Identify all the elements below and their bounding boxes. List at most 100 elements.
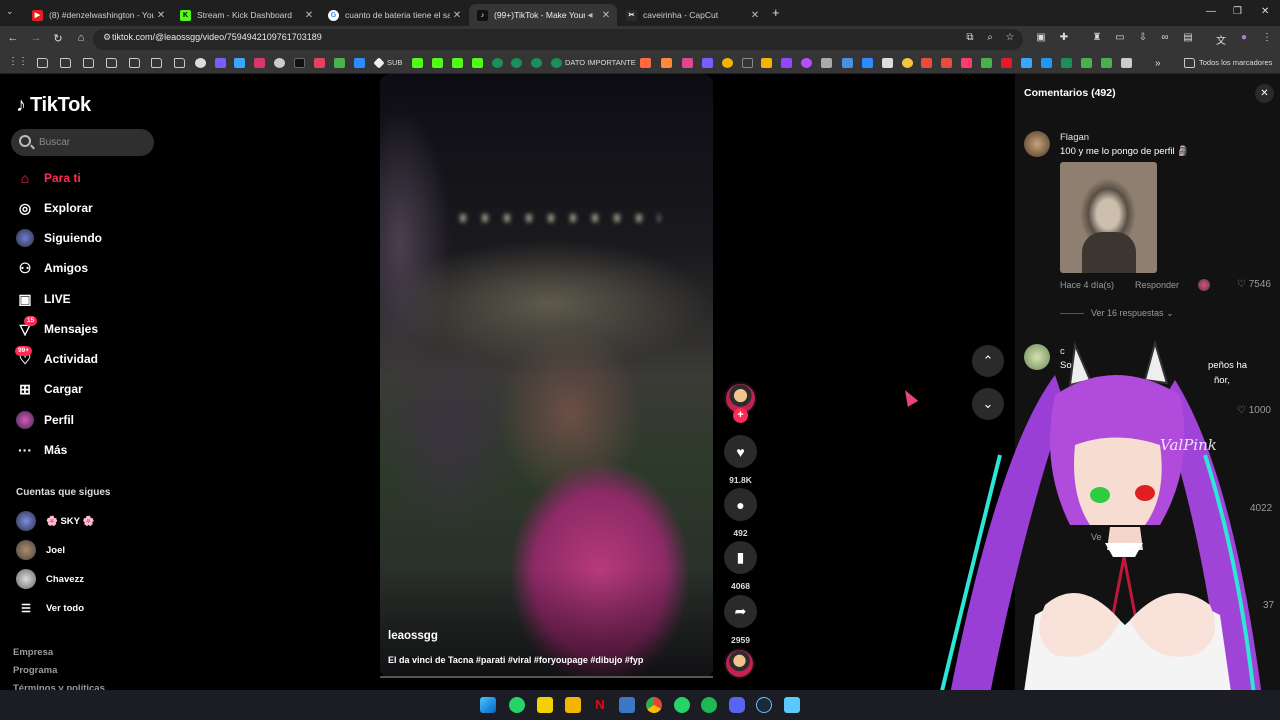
bookmark-folder-icon[interactable] xyxy=(37,58,48,68)
bookmark-icon[interactable] xyxy=(1041,58,1052,68)
share-icon[interactable]: ➦ xyxy=(724,595,757,628)
bookmark-icon[interactable] xyxy=(981,58,992,68)
bookmark-icon[interactable] xyxy=(1061,58,1072,68)
bookmark-icon[interactable] xyxy=(373,57,385,69)
comment-action[interactable]: ● 492 xyxy=(724,488,757,538)
comments-close-button[interactable]: ✕ xyxy=(1255,84,1274,103)
window-close-button[interactable]: ✕ xyxy=(1261,6,1269,17)
extension-icon[interactable]: ▣ xyxy=(1034,32,1048,43)
bookmark-folder-icon[interactable] xyxy=(106,58,117,68)
sidebar-item-mas[interactable]: ··· Más xyxy=(16,438,67,462)
search-input[interactable]: Buscar xyxy=(11,129,154,156)
notepad-icon[interactable] xyxy=(784,697,800,713)
steam-icon[interactable] xyxy=(756,697,772,713)
bookmark-icon[interactable] xyxy=(492,58,503,68)
sidebar-item-cargar[interactable]: ⊞ Cargar xyxy=(16,377,83,401)
bookmark-folder-icon[interactable] xyxy=(174,58,185,68)
bookmark-dato-importante[interactable]: DATO IMPORTANTE xyxy=(565,58,636,67)
profile-avatar-icon[interactable]: ● xyxy=(1237,32,1251,43)
bookmark-icon[interactable] xyxy=(722,58,733,68)
bookmark-icon[interactable] xyxy=(195,58,206,68)
bookmark-icon[interactable] xyxy=(412,58,423,68)
tab-search-icon[interactable]: ⌄ xyxy=(6,6,14,17)
footer-link-terminos[interactable]: Términos y políticas xyxy=(13,683,105,690)
bookmark-icon[interactable] xyxy=(1001,58,1012,68)
sound-disc-avatar[interactable] xyxy=(724,648,755,679)
back-button[interactable]: ← xyxy=(6,32,20,44)
bookmark-folder-icon[interactable] xyxy=(151,58,162,68)
following-account-chavezz[interactable]: Chavezz xyxy=(16,569,84,589)
tab-youtube[interactable]: ▶ (8) #denzelwashington - YouTube ✕ xyxy=(24,4,172,26)
bookmark-icon[interactable] xyxy=(801,58,812,68)
chrome-icon[interactable] xyxy=(646,697,662,713)
video-player[interactable] xyxy=(380,74,713,678)
link-icon[interactable]: ∞ xyxy=(1158,32,1172,43)
comment-avatar[interactable] xyxy=(1024,131,1050,157)
forward-button[interactable]: → xyxy=(29,32,43,44)
bookmark-icon[interactable] xyxy=(882,58,893,68)
puzzle-icon[interactable]: ✚ xyxy=(1057,32,1071,43)
bookmark-icon[interactable] xyxy=(234,58,245,68)
share-action[interactable]: ➦ 2959 xyxy=(724,595,757,645)
bookmark-icon[interactable] xyxy=(254,58,265,68)
bookmark-icon[interactable] xyxy=(640,58,651,68)
bookmark-icon[interactable] xyxy=(511,58,522,68)
bookmark-icon[interactable] xyxy=(742,58,753,68)
following-account-sky[interactable]: 🌸 SKY 🌸 xyxy=(16,511,94,531)
bookmark-folder-icon[interactable] xyxy=(129,58,140,68)
bookmark-icon[interactable] xyxy=(821,58,832,68)
bookmark-folder-icon[interactable] xyxy=(1184,58,1195,68)
bookmark-icon[interactable] xyxy=(215,58,226,68)
menu-icon[interactable]: ⋮ xyxy=(1260,32,1274,43)
sidebar-item-siguiendo[interactable]: Siguiendo xyxy=(16,226,102,250)
more-bookmarks-icon[interactable]: » xyxy=(1155,58,1161,69)
whatsapp-icon[interactable] xyxy=(509,697,525,713)
home-button[interactable]: ⌂ xyxy=(74,32,88,44)
bookmark-sub[interactable]: SUB xyxy=(387,58,402,67)
all-bookmarks[interactable]: Todos los marcadores xyxy=(1199,58,1272,67)
bookmark-folder-icon[interactable] xyxy=(60,58,71,68)
star-icon[interactable]: ☆ xyxy=(1003,32,1017,43)
following-account-joel[interactable]: Joel xyxy=(16,540,65,560)
whatsapp-icon[interactable] xyxy=(674,697,690,713)
tiktok-logo[interactable]: ♪ TikTok xyxy=(16,94,91,117)
video-username[interactable]: leaossgg xyxy=(388,630,438,642)
close-icon[interactable]: ✕ xyxy=(599,10,613,21)
bookmark-icon[interactable] xyxy=(1121,58,1132,68)
url-text[interactable]: tiktok.com/@leaossgg/video/7594942109761… xyxy=(112,32,322,42)
tab-google-search[interactable]: G cuanto de bateria tiene el samsung ✕ xyxy=(320,4,468,26)
see-all-link[interactable]: ☰ Ver todo xyxy=(16,598,84,618)
comment-like-button[interactable]: ♡ 7546 xyxy=(1237,279,1271,290)
sidebar-item-mensajes[interactable]: ▽ 15 Mensajes xyxy=(16,316,98,341)
comment-icon[interactable]: ● xyxy=(724,488,757,521)
bookmark-icon[interactable] xyxy=(334,58,345,68)
reload-button[interactable]: ↻ xyxy=(51,32,65,45)
bookmark-icon[interactable] xyxy=(921,58,932,68)
bookmark-icon[interactable]: ▮ xyxy=(724,541,757,574)
sidepanel-icon[interactable]: ▤ xyxy=(1181,32,1195,43)
comment-image[interactable] xyxy=(1060,162,1157,273)
new-tab-button[interactable]: + xyxy=(772,5,780,20)
bookmark-icon[interactable] xyxy=(452,58,463,68)
video-progress-bar[interactable] xyxy=(380,676,713,678)
sidebar-item-live[interactable]: ▣ LIVE xyxy=(16,287,70,311)
translate-icon[interactable]: 文 xyxy=(1214,32,1228,47)
file-explorer-icon[interactable] xyxy=(565,697,581,713)
close-icon[interactable]: ✕ xyxy=(302,10,316,21)
discord-icon[interactable] xyxy=(729,697,745,713)
sidebar-item-para-ti[interactable]: ⌂ Para ti xyxy=(16,166,81,190)
bookmark-folder-icon[interactable] xyxy=(83,58,94,68)
bookmark-icon[interactable] xyxy=(781,58,792,68)
apps-icon[interactable]: ⋮⋮ xyxy=(8,56,28,67)
bookmark-icon[interactable] xyxy=(902,58,913,68)
sidebar-item-actividad[interactable]: ♡ 99+ Actividad xyxy=(15,346,98,371)
follow-button[interactable]: + xyxy=(733,408,748,423)
bookmark-icon[interactable] xyxy=(761,58,772,68)
bookmark-icon[interactable] xyxy=(314,58,325,68)
zoom-icon[interactable]: ⌕ xyxy=(983,32,997,43)
bookmark-icon[interactable] xyxy=(472,58,483,68)
footer-link-programa[interactable]: Programa xyxy=(13,665,57,676)
sidebar-item-amigos[interactable]: ⚇ Amigos xyxy=(16,256,88,280)
sidebar-item-perfil[interactable]: Perfil xyxy=(16,408,74,432)
bookmark-icon[interactable] xyxy=(661,58,672,68)
